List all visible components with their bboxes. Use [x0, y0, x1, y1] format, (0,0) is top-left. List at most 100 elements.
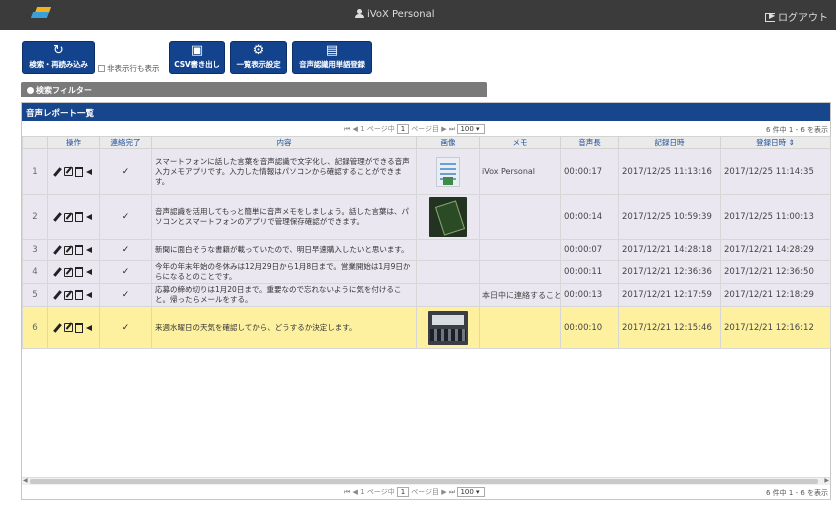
- document-thumbnail[interactable]: [436, 156, 460, 187]
- last-page-icon[interactable]: ⏭: [449, 488, 455, 496]
- scrollbar-thumb[interactable]: [30, 479, 818, 484]
- scroll-left-icon[interactable]: ◀: [23, 477, 28, 484]
- edit-icon[interactable]: [64, 167, 73, 176]
- row-recorded: 2017/12/21 12:17:59: [618, 283, 721, 307]
- app-logo[interactable]: [6, 7, 52, 23]
- voice-report-panel: 音声レポート一覧 ⏮ ◀ 1 ページ中 1 ページ目 ▶ ⏭ 100 ▾ 6 件…: [21, 102, 831, 500]
- row-operations: [47, 306, 100, 349]
- csv-export-label: CSV書き出し: [174, 60, 220, 69]
- row-length: 00:00:07: [560, 239, 619, 261]
- table-header-row: 操作 連絡完了 内容 画像 メモ 音声長 記録日時 登録日時 ⇕: [22, 136, 831, 149]
- trash-icon[interactable]: [75, 290, 83, 300]
- last-page-icon[interactable]: ⏭: [449, 125, 455, 133]
- pencil-icon[interactable]: [53, 167, 62, 177]
- col-done[interactable]: 連絡完了: [99, 136, 152, 149]
- row-image[interactable]: [416, 148, 480, 195]
- pencil-icon[interactable]: [53, 245, 62, 255]
- done-check[interactable]: ✓: [99, 283, 152, 307]
- row-number: 5: [22, 283, 48, 307]
- speaker-icon[interactable]: [85, 167, 94, 177]
- search-filter-toggle[interactable]: 検索フィルター: [21, 82, 487, 97]
- prev-page-icon[interactable]: ◀: [353, 125, 358, 133]
- done-check[interactable]: ✓: [99, 148, 152, 195]
- pager-prefix: 1 ページ中: [360, 488, 395, 496]
- speaker-icon[interactable]: [85, 212, 94, 222]
- row-number: 4: [22, 260, 48, 284]
- row-content: 新聞に面白そうな書籍が載っていたので、明日早速購入したいと思います。: [151, 239, 417, 261]
- pencil-icon[interactable]: [53, 323, 62, 333]
- pager-controls: ⏮ ◀ 1 ページ中 1 ページ目 ▶ ⏭ 100 ▾: [344, 487, 486, 497]
- word-register-button[interactable]: ▤ 音声認識用単語登録: [292, 41, 372, 74]
- speaker-icon[interactable]: [85, 290, 94, 300]
- edit-icon[interactable]: [64, 290, 73, 300]
- row-registered: 2017/12/25 11:00:13: [720, 194, 831, 240]
- row-content: 今年の年末年始の冬休みは12月29日から1月8日まで。営業開始は1月9日からにな…: [151, 260, 417, 284]
- row-image[interactable]: [416, 306, 480, 349]
- prev-page-icon[interactable]: ◀: [353, 488, 358, 496]
- pencil-icon[interactable]: [53, 212, 62, 222]
- pencil-icon[interactable]: [53, 290, 62, 300]
- trash-icon[interactable]: [75, 322, 83, 333]
- show-hidden-toggle[interactable]: 非表示行も表示: [98, 63, 160, 74]
- speaker-icon[interactable]: [85, 323, 94, 333]
- edit-icon[interactable]: [64, 245, 73, 255]
- col-ops[interactable]: 操作: [47, 136, 100, 149]
- speaker-icon[interactable]: [85, 267, 94, 277]
- table-row[interactable]: 2 ✓ 音声認識を活用してもっと簡単に音声メモをしましょう。話した言葉は、パソコ…: [22, 194, 831, 240]
- trash-icon[interactable]: [75, 267, 83, 277]
- page-size-select[interactable]: 100 ▾: [457, 487, 486, 497]
- row-content: 来週水曜日の天気を確認してから、どうするか決定します。: [151, 306, 417, 349]
- row-number: 2: [22, 194, 48, 240]
- page-size-select[interactable]: 100 ▾: [457, 124, 486, 134]
- logout-icon: [765, 11, 775, 22]
- col-registered[interactable]: 登録日時 ⇕: [720, 136, 831, 149]
- table-row[interactable]: 4 ✓ 今年の年末年始の冬休みは12月29日から1月8日まで。営業開始は1月9日…: [22, 260, 831, 284]
- done-check[interactable]: ✓: [99, 239, 152, 261]
- col-recorded[interactable]: 記録日時: [618, 136, 721, 149]
- first-page-icon[interactable]: ⏮: [344, 488, 350, 496]
- trash-icon[interactable]: [75, 166, 83, 177]
- table-row[interactable]: 3 ✓ 新聞に面白そうな書籍が載っていたので、明日早速購入したいと思います。 0…: [22, 239, 831, 261]
- csv-export-button[interactable]: ▣ CSV書き出し: [169, 41, 225, 74]
- row-image[interactable]: [416, 194, 480, 240]
- row-recorded: 2017/12/25 10:59:39: [618, 194, 721, 240]
- col-memo[interactable]: メモ: [479, 136, 561, 149]
- row-operations: [47, 260, 100, 284]
- speaker-icon[interactable]: [85, 245, 94, 255]
- trash-icon[interactable]: [75, 212, 83, 222]
- horizontal-scrollbar[interactable]: ◀ ▶: [22, 477, 830, 485]
- pencil-icon[interactable]: [53, 267, 62, 277]
- page-number-input[interactable]: 1: [396, 124, 409, 134]
- search-reload-button[interactable]: ↻ 検索・再読み込み: [22, 41, 95, 74]
- row-operations: [47, 194, 100, 240]
- done-check[interactable]: ✓: [99, 260, 152, 284]
- scroll-right-icon[interactable]: ▶: [824, 477, 829, 484]
- col-length[interactable]: 音声長: [560, 136, 619, 149]
- list-settings-button[interactable]: ⚙ 一覧表示設定: [230, 41, 287, 74]
- table-row[interactable]: 5 ✓ 応募の締め切りは1月20日まで。重要なので忘れないように気を付けること。…: [22, 283, 831, 307]
- meeting-room-thumbnail[interactable]: [428, 310, 468, 345]
- page-number-input[interactable]: 1: [396, 487, 409, 497]
- row-number: 1: [22, 148, 48, 195]
- first-page-icon[interactable]: ⏮: [344, 125, 350, 133]
- table-row[interactable]: 6 ✓ 来週水曜日の天気を確認してから、どうするか決定します。 00:00:10…: [22, 306, 831, 349]
- col-content[interactable]: 内容: [151, 136, 417, 149]
- row-length: 00:00:11: [560, 260, 619, 284]
- done-check[interactable]: ✓: [99, 194, 152, 240]
- next-page-icon[interactable]: ▶: [441, 488, 446, 496]
- col-image[interactable]: 画像: [416, 136, 480, 149]
- table-row[interactable]: 1 ✓ スマートフォンに話した言葉を音声認識で文字化し、記録管理ができる音声入力…: [22, 148, 831, 195]
- row-memo: [479, 239, 561, 261]
- smartphone-thumbnail[interactable]: [429, 197, 467, 237]
- logout-button[interactable]: ログアウト: [765, 9, 828, 24]
- top-bar: iVoX Personal ログアウト: [0, 0, 836, 30]
- edit-icon[interactable]: [64, 212, 73, 222]
- list-settings-label: 一覧表示設定: [236, 60, 281, 69]
- edit-icon[interactable]: [64, 323, 73, 332]
- edit-icon[interactable]: [64, 267, 73, 277]
- row-image: [416, 283, 480, 307]
- trash-icon[interactable]: [75, 245, 83, 255]
- show-hidden-checkbox[interactable]: [98, 65, 105, 72]
- done-check[interactable]: ✓: [99, 306, 152, 349]
- next-page-icon[interactable]: ▶: [441, 125, 446, 133]
